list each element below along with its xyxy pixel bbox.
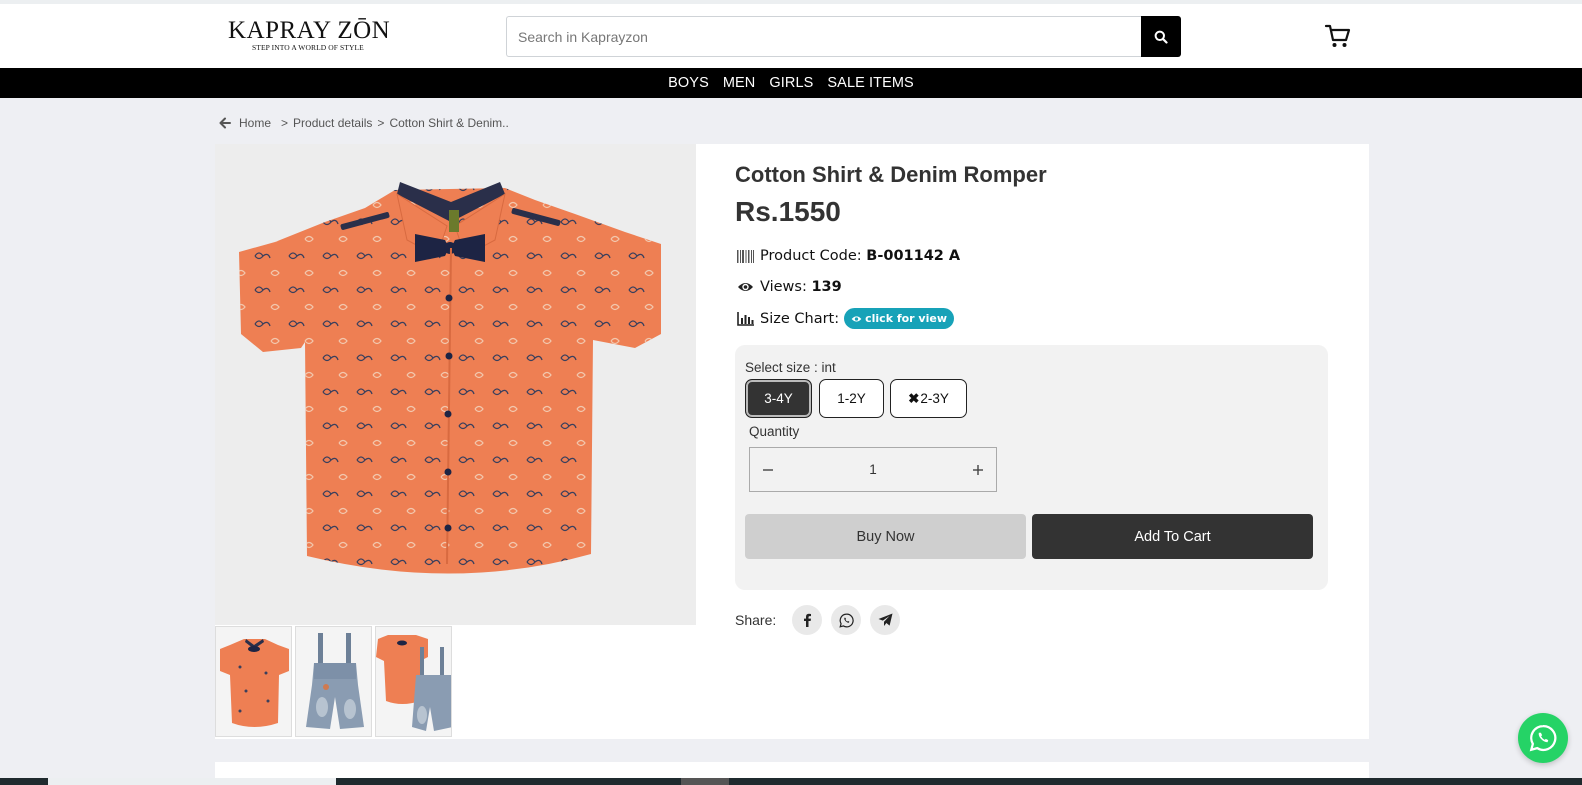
size-chart-button-label: click for view xyxy=(865,312,947,325)
size-option-1-2y[interactable]: 1-2Y xyxy=(819,379,884,418)
breadcrumb-separator: > xyxy=(281,116,289,130)
add-to-cart-button[interactable]: Add To Cart xyxy=(1032,514,1313,559)
views-value: 139 xyxy=(811,279,842,295)
search-input[interactable] xyxy=(506,16,1142,57)
bar-chart-icon xyxy=(737,311,755,327)
share-label: Share: xyxy=(735,612,777,628)
breadcrumb-separator: > xyxy=(377,116,385,130)
quantity-increase-button[interactable] xyxy=(960,448,996,491)
quantity-stepper: 1 xyxy=(749,447,997,492)
os-taskbar xyxy=(0,778,1582,785)
telegram-icon xyxy=(878,613,892,626)
product-main-image[interactable] xyxy=(215,144,696,625)
cart-icon xyxy=(1324,24,1351,47)
size-option-label: 3-4Y xyxy=(764,391,793,406)
size-chart-label: Size Chart: xyxy=(760,310,840,327)
thumbnail-denim-romper[interactable] xyxy=(295,626,372,737)
thumbnail-strip xyxy=(215,626,452,737)
search-icon xyxy=(1154,30,1168,44)
taskbar-search[interactable] xyxy=(48,778,336,785)
share-whatsapp-button[interactable] xyxy=(831,605,861,635)
nav-item-boys[interactable]: BOYS xyxy=(668,75,709,91)
back-arrow-icon[interactable] xyxy=(219,117,231,129)
product-code-row: Product Code: B-001142 A xyxy=(737,248,960,264)
logo-tagline: STEP INTO A WORLD OF STYLE xyxy=(252,43,364,52)
logo-text: KAPRAY ZŌN xyxy=(228,17,391,44)
thumbnail-shirt-and-romper[interactable] xyxy=(375,626,452,737)
breadcrumb-current: Cotton Shirt & Denim.. xyxy=(389,116,509,130)
quantity-value[interactable]: 1 xyxy=(786,462,960,477)
product-code-value: B-001142 A xyxy=(866,248,961,264)
eye-icon xyxy=(737,279,755,295)
nav-item-girls[interactable]: GIRLS xyxy=(769,75,813,91)
nav-item-men[interactable]: MEN xyxy=(723,75,756,91)
whatsapp-chat-button[interactable] xyxy=(1518,713,1568,763)
nav-item-sale-items[interactable]: SALE ITEMS xyxy=(827,75,913,91)
plus-icon xyxy=(973,464,983,475)
select-size-label: Select size : int xyxy=(745,360,836,375)
views-label: Views: xyxy=(760,279,807,295)
product-price: Rs.1550 xyxy=(735,196,841,227)
whatsapp-icon xyxy=(1529,724,1557,752)
quantity-label: Quantity xyxy=(749,424,800,439)
size-option-3-4y[interactable]: 3-4Y xyxy=(745,379,812,418)
site-logo[interactable]: KAPRAY ZŌN STEP INTO A WORLD OF STYLE xyxy=(228,17,390,59)
thumbnail-shirt[interactable] xyxy=(215,626,292,737)
size-option-2-3y[interactable]: ✖ 2-3Y xyxy=(890,379,967,418)
search-button[interactable] xyxy=(1141,16,1181,57)
shirt-image xyxy=(239,182,661,574)
breadcrumb-home[interactable]: Home xyxy=(239,116,271,130)
size-option-label: 2-3Y xyxy=(920,391,949,406)
whatsapp-icon xyxy=(838,613,854,628)
views-row: Views: 139 xyxy=(737,279,842,295)
cart-button[interactable] xyxy=(1324,22,1352,50)
unavailable-icon: ✖ xyxy=(908,390,920,406)
product-code-label: Product Code: xyxy=(760,248,862,264)
share-facebook-button[interactable] xyxy=(792,605,822,635)
main-nav: BOYS MEN GIRLS SALE ITEMS xyxy=(0,68,1582,98)
product-title: Cotton Shirt & Denim Romper xyxy=(735,162,1047,187)
size-chart-button[interactable]: click for view xyxy=(844,308,954,329)
facebook-icon xyxy=(804,613,811,627)
size-option-label: 1-2Y xyxy=(837,391,866,406)
breadcrumb-product-details[interactable]: Product details xyxy=(293,116,372,130)
share-telegram-button[interactable] xyxy=(870,605,900,635)
size-chart-row: Size Chart: click for view xyxy=(737,308,954,329)
buy-now-button[interactable]: Buy Now xyxy=(745,514,1026,559)
minus-icon xyxy=(763,468,773,471)
breadcrumb: Home > Product details > Cotton Shirt & … xyxy=(219,116,509,130)
barcode-icon xyxy=(737,248,755,264)
taskbar-app[interactable] xyxy=(681,778,729,785)
eye-icon xyxy=(851,315,862,322)
quantity-decrease-button[interactable] xyxy=(750,448,786,491)
